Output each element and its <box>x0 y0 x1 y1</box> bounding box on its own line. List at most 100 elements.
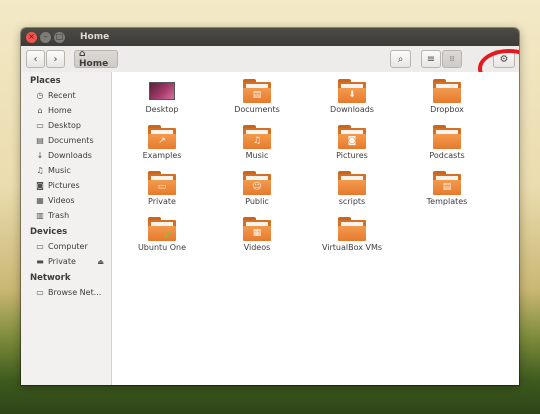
sidebar-item-computer[interactable]: ▭ Computer <box>21 239 111 254</box>
file-item-templates[interactable]: ▤ Templates <box>401 167 493 213</box>
folder-emblem: ☺ <box>252 182 262 192</box>
network-icon: ▭ <box>36 288 44 297</box>
folder-emblem <box>346 227 358 239</box>
sidebar-item-label: Documents <box>48 136 94 145</box>
sidebar-item-private[interactable]: ▬ Private ⏏ <box>21 254 111 269</box>
back-button[interactable]: ‹ <box>26 50 45 68</box>
file-manager-window: × – □ Home ‹ › ⌂ Home ⌕ ≡ ⁞⁞ ⚙ Places ◷ … <box>21 28 519 385</box>
folder-emblem: ◙ <box>347 136 357 146</box>
grid-view-icon: ⁞⁞ <box>449 55 455 63</box>
file-item-private[interactable]: ▭ Private <box>116 167 208 213</box>
file-item-virtualbox-vms[interactable]: VirtualBox VMs <box>306 213 398 259</box>
sidebar-item-videos[interactable]: ▦ Videos <box>21 193 111 208</box>
file-item-ubuntu-one[interactable]: ✔ Ubuntu One <box>116 213 208 259</box>
gear-icon: ⚙ <box>499 53 509 65</box>
list-view-icon: ≡ <box>426 53 436 65</box>
file-label: Ubuntu One <box>137 243 187 252</box>
sidebar-item-trash[interactable]: ▥ Trash <box>21 208 111 223</box>
home-icon: ⌂ <box>37 106 43 115</box>
sidebar-item-desktop[interactable]: ▭ Desktop <box>21 118 111 133</box>
folder-emblem <box>346 181 358 193</box>
podcasts-folder-icon <box>433 125 461 150</box>
sidebar-item-label: Private <box>48 257 76 266</box>
window-title: Home <box>80 32 110 42</box>
sidebar-item-label: Recent <box>48 91 76 100</box>
film-icon: ▦ <box>36 196 44 205</box>
sidebar-item-downloads[interactable]: ↓ Downloads <box>21 148 111 163</box>
file-view: Desktop ▤ Documents ⬇ Downloads Dropbox ↗ Examp… <box>112 72 519 385</box>
file-label: Pictures <box>336 151 368 160</box>
document-icon: ▤ <box>36 136 44 145</box>
documents-folder-icon: ▤ <box>243 79 271 104</box>
sidebar-item-music[interactable]: ♫ Music <box>21 163 111 178</box>
breadcrumb-home[interactable]: ⌂ Home <box>74 49 118 69</box>
file-label: Documents <box>234 105 280 114</box>
file-item-documents[interactable]: ▤ Documents <box>211 75 303 121</box>
sidebar-item-label: Desktop <box>48 121 81 130</box>
ubuntu-one-folder-icon: ✔ <box>148 217 176 242</box>
sidebar-item-label: Music <box>48 166 71 175</box>
folder-emblem: ▤ <box>252 90 262 100</box>
folder-emblem <box>441 135 453 147</box>
search-icon: ⌕ <box>397 53 404 65</box>
file-item-podcasts[interactable]: Podcasts <box>401 121 493 167</box>
file-item-desktop[interactable]: Desktop <box>116 75 208 121</box>
eject-icon[interactable]: ⏏ <box>97 258 104 266</box>
search-button[interactable]: ⌕ <box>390 50 411 68</box>
sidebar-section-places: Places <box>30 76 61 86</box>
music-folder-icon: ♫ <box>243 125 271 150</box>
file-item-public[interactable]: ☺ Public <box>211 167 303 213</box>
file-label: Examples <box>142 151 182 160</box>
sidebar-item-label: Trash <box>48 211 70 220</box>
minimize-window-button[interactable]: – <box>40 31 51 43</box>
sidebar: Places ◷ Recent ⌂ Home ▭ Desktop ▤ Documents ↓ Dow… <box>21 72 112 385</box>
sidebar-item-label: Videos <box>48 196 75 205</box>
file-label: scripts <box>338 197 366 206</box>
pictures-folder-icon: ◙ <box>338 125 366 150</box>
file-label: Public <box>245 197 269 206</box>
file-label: Private <box>148 197 176 206</box>
file-item-scripts[interactable]: scripts <box>306 167 398 213</box>
file-item-dropbox[interactable]: Dropbox <box>401 75 493 121</box>
file-grid: Desktop ▤ Documents ⬇ Downloads Dropbox ↗ Examp… <box>116 75 493 259</box>
sidebar-item-recent[interactable]: ◷ Recent <box>21 88 111 103</box>
virtualbox-folder-icon <box>338 217 366 242</box>
settings-button[interactable]: ⚙ <box>493 50 515 68</box>
videos-folder-icon: ▦ <box>243 217 271 242</box>
templates-folder-icon: ▤ <box>433 171 461 196</box>
file-item-pictures[interactable]: ◙ Pictures <box>306 121 398 167</box>
computer-icon: ▭ <box>36 242 44 251</box>
folder-emblem <box>441 89 453 101</box>
sidebar-item-label: Browse Net... <box>48 288 102 297</box>
scripts-folder-icon <box>338 171 366 196</box>
sidebar-item-pictures[interactable]: ◙ Pictures <box>21 178 111 193</box>
folder-emblem: ▦ <box>252 228 262 238</box>
folder-emblem: ▤ <box>442 182 452 192</box>
file-item-examples[interactable]: ↗ Examples <box>116 121 208 167</box>
file-label: Music <box>245 151 269 160</box>
title-bar: × – □ Home <box>21 28 519 46</box>
sidebar-item-browse-net[interactable]: ▭ Browse Net... <box>21 285 111 300</box>
sidebar-section-devices: Devices <box>30 227 68 237</box>
sidebar-item-home[interactable]: ⌂ Home <box>21 103 111 118</box>
private-folder-icon: ▭ <box>148 171 176 196</box>
folder-emblem: ♫ <box>252 136 262 146</box>
grid-view-button[interactable]: ⁞⁞ <box>442 50 462 68</box>
camera-icon: ◙ <box>36 181 44 190</box>
file-item-music[interactable]: ♫ Music <box>211 121 303 167</box>
close-window-button[interactable]: × <box>26 31 37 43</box>
sidebar-item-documents[interactable]: ▤ Documents <box>21 133 111 148</box>
file-item-videos[interactable]: ▦ Videos <box>211 213 303 259</box>
downloads-folder-icon: ⬇ <box>338 79 366 104</box>
file-label: Podcasts <box>429 151 465 160</box>
dropbox-folder-icon <box>433 79 461 104</box>
sync-check-icon: ✔ <box>163 229 173 242</box>
breadcrumb-label: Home <box>79 59 109 69</box>
list-view-button[interactable]: ≡ <box>421 50 441 68</box>
home-icon: ⌂ <box>79 49 86 59</box>
forward-button[interactable]: › <box>46 50 65 68</box>
public-folder-icon: ☺ <box>243 171 271 196</box>
sidebar-item-label: Downloads <box>48 151 92 160</box>
file-item-downloads[interactable]: ⬇ Downloads <box>306 75 398 121</box>
maximize-window-button[interactable]: □ <box>54 31 65 43</box>
